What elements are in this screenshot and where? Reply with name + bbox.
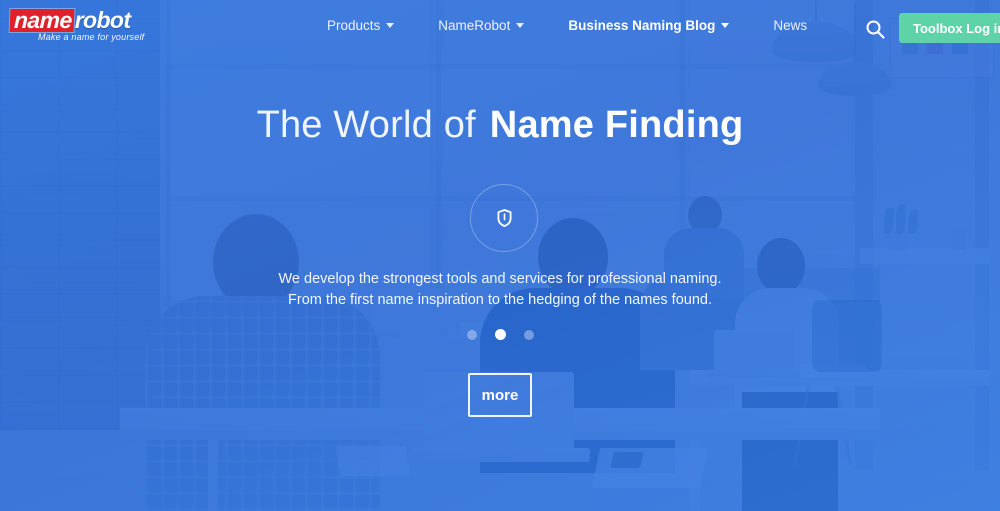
main-navigation: Products NameRobot Business Naming Blog … bbox=[305, 18, 829, 33]
toolbox-login-button[interactable]: Toolbox Log in bbox=[899, 13, 1000, 43]
hero-subtitle: We develop the strongest tools and servi… bbox=[278, 269, 721, 311]
nav-item-business-naming-blog[interactable]: Business Naming Blog bbox=[546, 18, 751, 33]
search-icon[interactable] bbox=[864, 18, 886, 40]
shield-badge bbox=[470, 184, 538, 252]
logo-wordmark: name robot bbox=[9, 7, 150, 33]
carousel-dot-1[interactable] bbox=[466, 329, 477, 340]
chevron-down-icon bbox=[516, 23, 525, 28]
page-title: The World of Name Finding bbox=[257, 103, 744, 147]
nav-item-namerobot[interactable]: NameRobot bbox=[416, 18, 546, 33]
chevron-down-icon bbox=[721, 23, 730, 28]
hero-title-light: The World of bbox=[256, 104, 476, 146]
chevron-down-icon bbox=[386, 23, 395, 28]
carousel-dots bbox=[466, 329, 534, 340]
hero-subtitle-line-2: From the first name inspiration to the h… bbox=[288, 292, 712, 308]
carousel-dot-3[interactable] bbox=[523, 329, 534, 340]
logo-robot-part: robot bbox=[74, 7, 131, 33]
logo-name-part: name bbox=[9, 7, 75, 33]
more-button[interactable]: more bbox=[468, 373, 532, 417]
hero-page: name robot Make a name for yourself Produ… bbox=[0, 0, 1000, 511]
site-header: name robot Make a name for yourself Produ… bbox=[0, 0, 1000, 56]
carousel-dot-2[interactable] bbox=[494, 329, 506, 340]
nav-item-products[interactable]: Products bbox=[305, 18, 416, 33]
hero-title-bold: Name Finding bbox=[489, 104, 744, 146]
shield-icon bbox=[497, 209, 512, 227]
nav-label: News bbox=[773, 18, 808, 33]
site-logo[interactable]: name robot Make a name for yourself bbox=[9, 7, 150, 44]
nav-label: Products bbox=[327, 18, 381, 33]
nav-label: NameRobot bbox=[438, 18, 511, 33]
hero-subtitle-line-1: We develop the strongest tools and servi… bbox=[278, 271, 722, 287]
hero-section: The World of Name Finding We develop the … bbox=[0, 0, 1000, 511]
nav-label: Business Naming Blog bbox=[568, 18, 716, 33]
nav-item-news[interactable]: News bbox=[751, 18, 829, 33]
logo-tagline: Make a name for yourself bbox=[38, 32, 145, 42]
